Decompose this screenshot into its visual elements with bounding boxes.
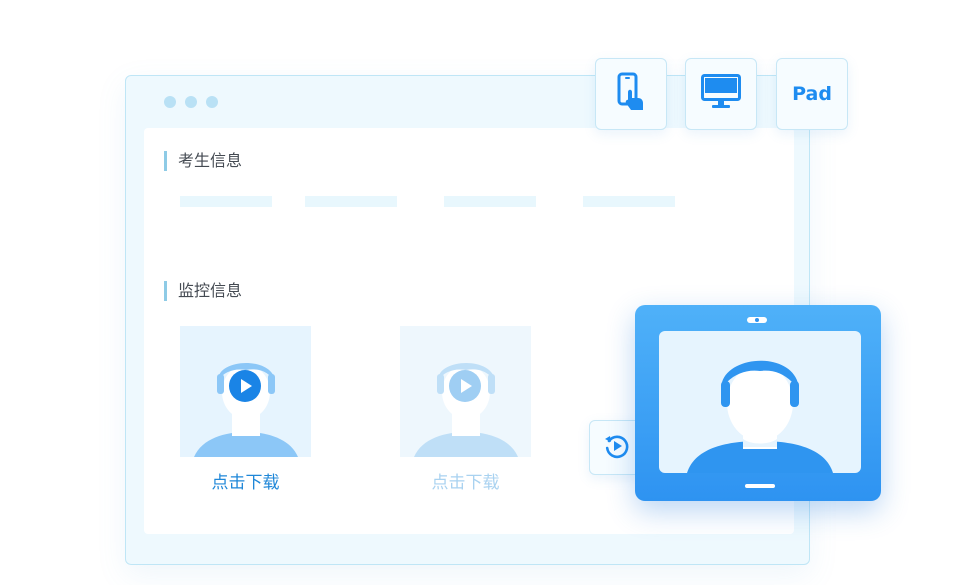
monitor-icon (701, 74, 741, 114)
phone-device-button[interactable] (595, 58, 667, 130)
play-icon[interactable] (448, 369, 482, 403)
camera-icon (747, 317, 767, 323)
replay-icon (603, 432, 631, 464)
section-title-monitor-info: 监控信息 (164, 281, 242, 301)
tablet-device (635, 305, 881, 501)
info-placeholder (180, 196, 272, 207)
window-dot[interactable] (206, 96, 218, 108)
window-dot[interactable] (185, 96, 197, 108)
info-placeholder (583, 196, 675, 207)
info-placeholder (444, 196, 536, 207)
info-placeholder (305, 196, 397, 207)
window-controls (164, 96, 218, 108)
window-dot[interactable] (164, 96, 176, 108)
download-link[interactable]: 点击下载 (400, 468, 531, 493)
home-indicator (745, 484, 775, 488)
desktop-device-button[interactable] (685, 58, 757, 130)
section-title-candidate-info: 考生信息 (164, 151, 242, 171)
pad-device-button[interactable]: Pad (776, 58, 848, 130)
phone-icon (616, 72, 646, 116)
pad-label: Pad (792, 83, 832, 105)
tablet-screen (659, 331, 861, 473)
play-icon[interactable] (228, 369, 262, 403)
download-link[interactable]: 点击下载 (180, 468, 311, 493)
user-avatar-icon (687, 360, 833, 473)
